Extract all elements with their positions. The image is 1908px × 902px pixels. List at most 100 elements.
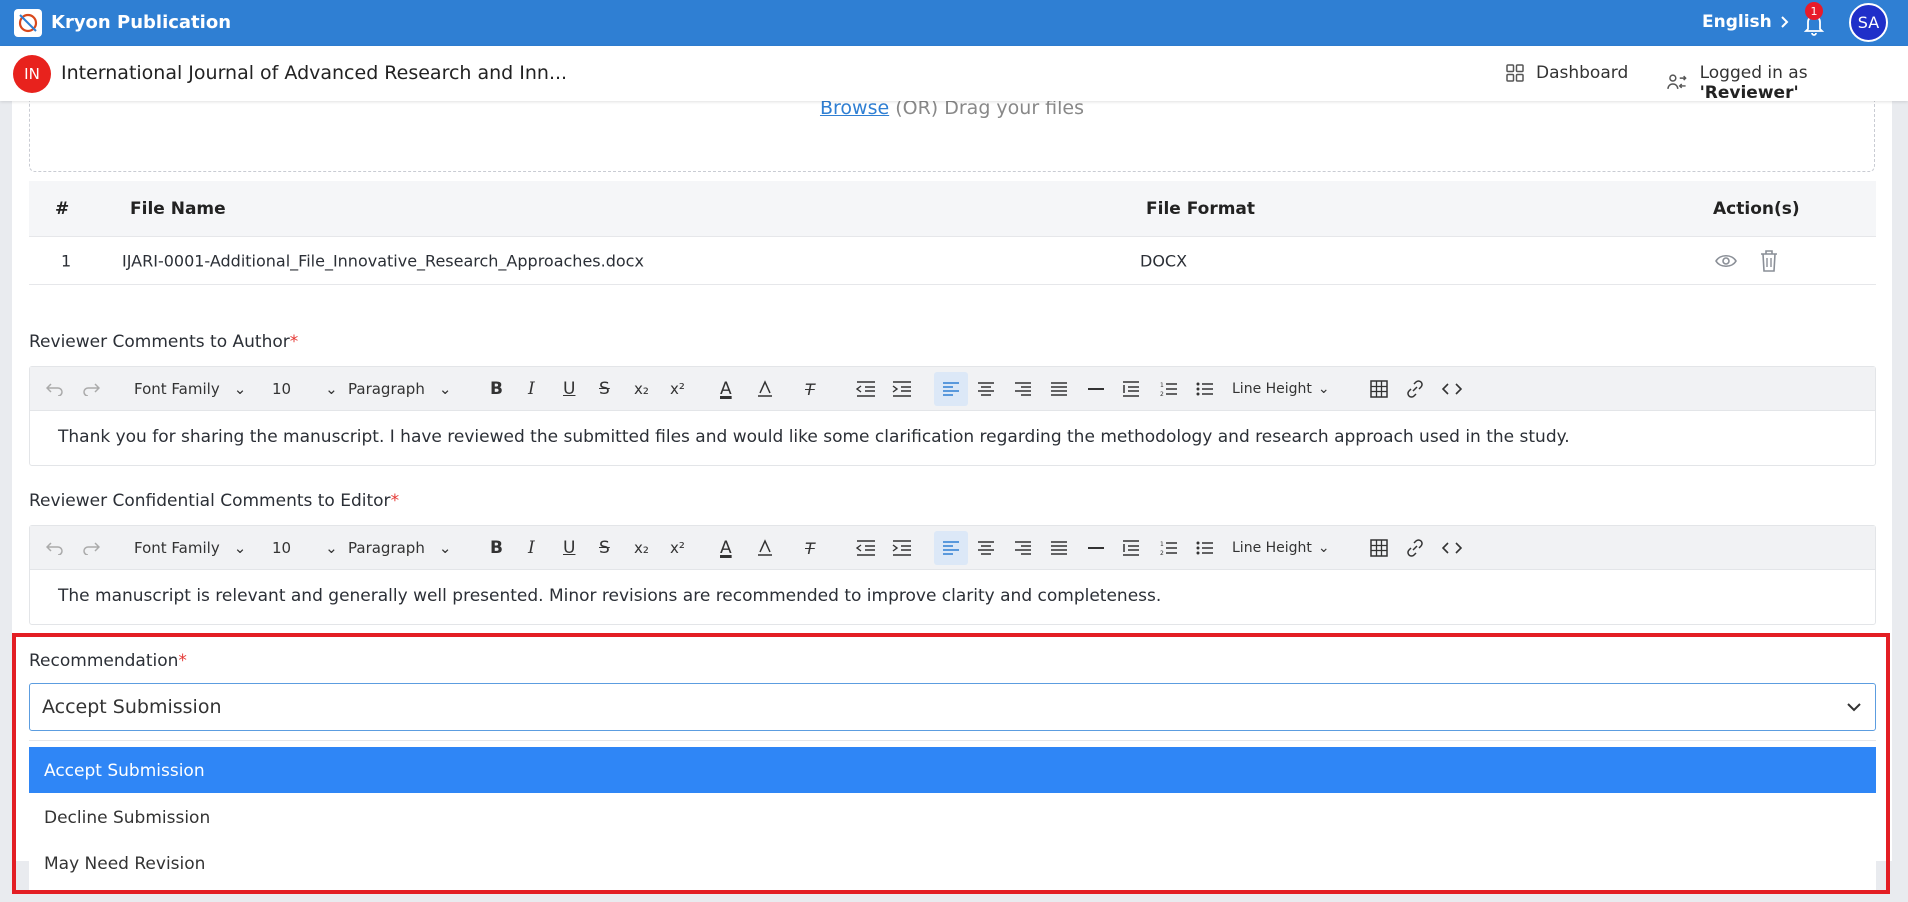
paragraph-select[interactable]: Paragraph ⌄ <box>348 537 451 559</box>
code-view-icon[interactable] <box>1442 537 1462 559</box>
strikethrough-icon[interactable]: S <box>599 537 610 559</box>
line-height-select[interactable]: Line Height ⌄ <box>1232 537 1330 559</box>
align-right-icon[interactable] <box>1014 537 1032 559</box>
link-icon[interactable] <box>1406 378 1424 400</box>
table-icon[interactable] <box>1370 378 1388 400</box>
font-family-select[interactable]: Font Family ⌄ <box>134 537 246 559</box>
undo-icon[interactable] <box>46 537 64 559</box>
line-height-select[interactable]: Line Height ⌄ <box>1232 378 1330 400</box>
superscript-icon[interactable]: x² <box>670 537 685 559</box>
paragraph-select[interactable]: Paragraph ⌄ <box>348 378 451 400</box>
delete-icon[interactable] <box>1759 249 1779 273</box>
superscript-icon[interactable]: x² <box>670 378 685 400</box>
text-color-icon[interactable]: A <box>720 537 732 559</box>
app-logo-icon[interactable] <box>14 9 42 37</box>
editor-comments-text[interactable]: The manuscript is relevant and generally… <box>30 570 1875 624</box>
italic-icon[interactable]: I <box>528 378 535 400</box>
bullet-list-icon[interactable] <box>1196 378 1214 400</box>
file-dropzone[interactable]: Browse (OR) Drag your files <box>29 91 1875 172</box>
col-file-format: File Format <box>1146 198 1256 219</box>
col-actions: Action(s) <box>1713 198 1800 219</box>
align-left-icon[interactable] <box>934 372 968 406</box>
dashboard-link[interactable]: Dashboard <box>1506 63 1628 83</box>
subscript-icon[interactable]: x₂ <box>634 378 649 400</box>
file-name: IJARI-0001-Additional_File_Innovative_Re… <box>122 251 644 270</box>
align-center-icon[interactable] <box>977 378 995 400</box>
editor-toolbar: Font Family ⌄ 10 ⌄ Paragraph ⌄ B I U S x₂ x… <box>30 367 1875 411</box>
clear-format-icon[interactable]: T <box>805 378 815 400</box>
clear-format-icon[interactable]: T <box>805 537 815 559</box>
undo-icon[interactable] <box>46 378 64 400</box>
numbered-list-icon[interactable]: 12 <box>1160 537 1178 559</box>
bullet-list-icon[interactable] <box>1196 537 1214 559</box>
horizontal-rule-icon[interactable] <box>1087 537 1105 559</box>
font-size-select[interactable]: 10 ⌄ <box>272 537 338 559</box>
option-accept-submission[interactable]: Accept Submission <box>29 747 1876 793</box>
journal-title[interactable]: International Journal of Advanced Resear… <box>61 62 567 84</box>
line-spacing-icon[interactable] <box>1122 378 1140 400</box>
bold-icon[interactable]: B <box>490 378 503 400</box>
chevron-down-icon: ⌄ <box>1317 381 1330 397</box>
redo-icon[interactable] <box>82 378 100 400</box>
recommendation-label: Recommendation* <box>29 651 187 671</box>
chevron-down-icon: ⌄ <box>325 539 338 557</box>
outdent-icon[interactable] <box>856 537 876 559</box>
font-size-select[interactable]: 10 ⌄ <box>272 378 338 400</box>
redo-icon[interactable] <box>82 537 100 559</box>
app-name: Kryon Publication <box>51 12 232 33</box>
editor-comments-editor[interactable]: Font Family ⌄ 10 ⌄ Paragraph ⌄ B I U S x₂ x… <box>29 525 1876 625</box>
link-icon[interactable] <box>1406 537 1424 559</box>
font-family-select[interactable]: Font Family ⌄ <box>134 378 246 400</box>
highlight-color-icon[interactable] <box>756 378 774 400</box>
text-color-icon[interactable]: A <box>720 378 732 400</box>
editor-toolbar: Font Family ⌄ 10 ⌄ Paragraph ⌄ B I U S x₂ x… <box>30 526 1875 570</box>
files-table: # File Name File Format Action(s) 1 IJAR… <box>29 181 1876 285</box>
dashboard-label: Dashboard <box>1536 63 1629 83</box>
outdent-icon[interactable] <box>856 378 876 400</box>
option-decline-submission[interactable]: Decline Submission <box>29 794 1876 840</box>
code-view-icon[interactable] <box>1442 378 1462 400</box>
table-icon[interactable] <box>1370 537 1388 559</box>
align-center-icon[interactable] <box>977 537 995 559</box>
chevron-down-icon: ⌄ <box>233 539 247 557</box>
col-file-name: File Name <box>130 198 226 219</box>
user-avatar[interactable]: SA <box>1849 3 1888 42</box>
svg-text:1: 1 <box>1160 541 1164 548</box>
indent-icon[interactable] <box>892 378 912 400</box>
recommendation-select[interactable]: Accept Submission <box>29 683 1876 731</box>
view-icon[interactable] <box>1715 250 1737 272</box>
option-may-need-revision[interactable]: May Need Revision <box>29 840 1876 886</box>
file-format: DOCX <box>1140 251 1188 270</box>
bold-icon[interactable]: B <box>490 537 503 559</box>
underline-icon[interactable]: U <box>563 537 575 559</box>
subscript-icon[interactable]: x₂ <box>634 537 649 559</box>
align-right-icon[interactable] <box>1014 378 1032 400</box>
notification-badge: 1 <box>1805 2 1823 20</box>
language-selector[interactable]: English <box>1702 12 1790 32</box>
numbered-list-icon[interactable]: 12 <box>1160 378 1178 400</box>
line-spacing-icon[interactable] <box>1122 537 1140 559</box>
svg-text:2: 2 <box>1160 391 1164 397</box>
horizontal-rule-icon[interactable] <box>1087 378 1105 400</box>
chevron-down-icon: ⌄ <box>233 380 247 398</box>
file-number: 1 <box>61 251 72 270</box>
author-comments-editor[interactable]: Font Family ⌄ 10 ⌄ Paragraph ⌄ B I U S x₂ x… <box>29 366 1876 466</box>
align-justify-icon[interactable] <box>1050 537 1068 559</box>
italic-icon[interactable]: I <box>528 537 535 559</box>
underline-icon[interactable]: U <box>563 378 575 400</box>
author-comments-label: Reviewer Comments to Author* <box>29 332 299 352</box>
table-header: # File Name File Format Action(s) <box>29 181 1876 237</box>
chevron-right-icon <box>1781 16 1789 28</box>
recommendation-selected-value: Accept Submission <box>42 696 222 718</box>
journal-header: IN International Journal of Advanced Res… <box>0 46 1908 103</box>
recommendation-options-list: Accept Submission Decline Submission May… <box>29 740 1876 890</box>
svg-text:2: 2 <box>1160 550 1164 556</box>
highlight-color-icon[interactable] <box>756 537 774 559</box>
journal-badge: IN <box>13 55 51 93</box>
align-left-icon[interactable] <box>934 531 968 565</box>
indent-icon[interactable] <box>892 537 912 559</box>
strikethrough-icon[interactable]: S <box>599 378 610 400</box>
author-comments-text[interactable]: Thank you for sharing the manuscript. I … <box>30 411 1875 465</box>
logged-in-role[interactable]: Logged in as 'Reviewer' <box>1666 63 1908 103</box>
align-justify-icon[interactable] <box>1050 378 1068 400</box>
